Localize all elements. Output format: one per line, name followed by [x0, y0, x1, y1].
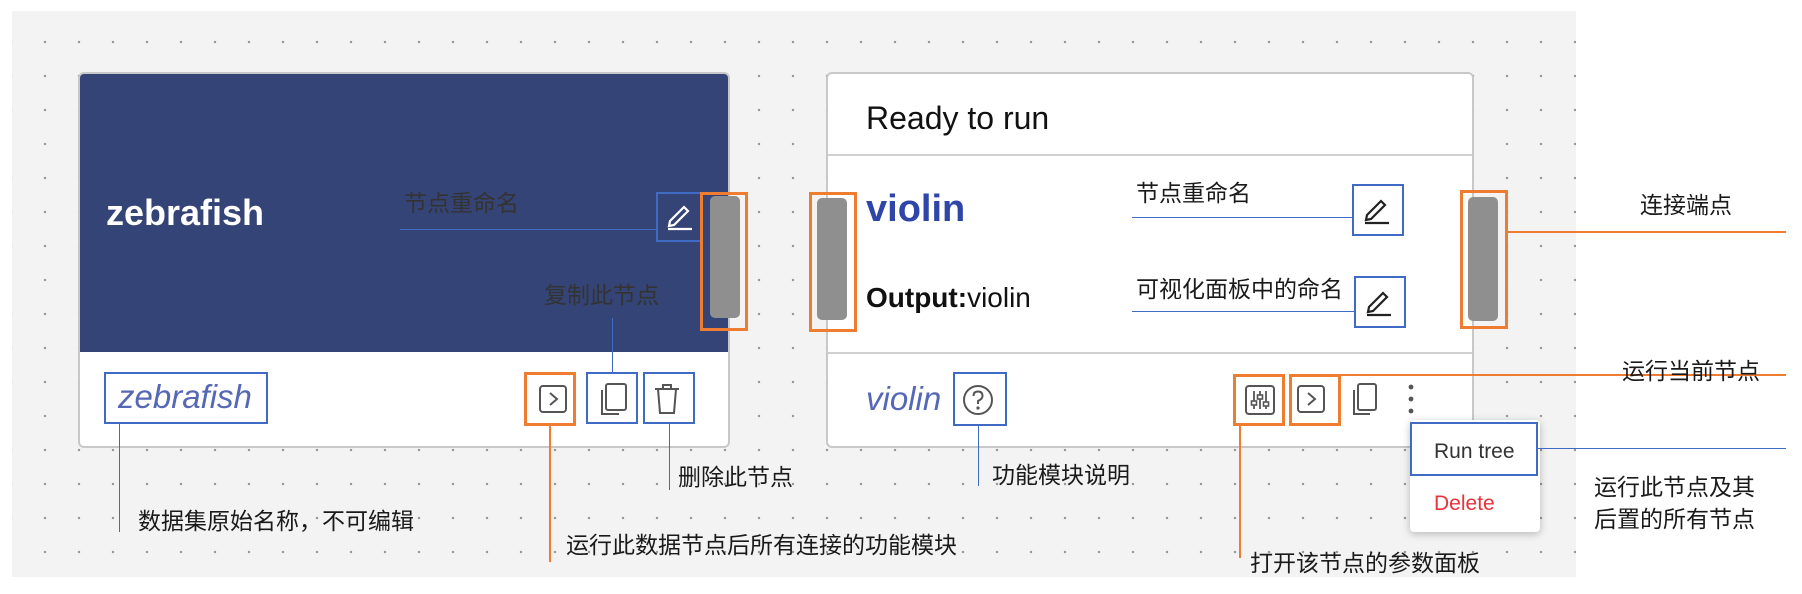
annot-dataset-name: 数据集原始名称，不可编辑 — [138, 509, 414, 535]
function-node-card[interactable]: Ready to run violin Output:violin violin — [826, 72, 1474, 448]
output-line: Output:violin — [866, 282, 1031, 314]
port-highlight-left — [700, 192, 748, 331]
leader-delete — [669, 424, 670, 490]
annot-run-tree-2: 后置的所有节点 — [1594, 507, 1755, 533]
annot-rename-right: 节点重命名 — [1136, 181, 1251, 207]
leader-params — [1239, 426, 1241, 558]
more-menu-button[interactable] — [1396, 378, 1426, 420]
run-tree-highlight — [1410, 422, 1538, 476]
output-value: violin — [967, 282, 1031, 313]
leader-copy — [612, 318, 613, 372]
body-separator — [828, 352, 1472, 354]
annot-rename-left: 节点重命名 — [404, 191, 519, 217]
annot-delete-node: 删除此节点 — [678, 465, 793, 491]
annot-run-tree-1: 运行此节点及其 — [1594, 475, 1755, 501]
output-port-highlight — [1460, 190, 1508, 329]
annot-viz-name: 可视化面板中的命名 — [1136, 277, 1343, 303]
rename-highlight-left — [656, 192, 702, 242]
annot-copy-node: 复制此节点 — [544, 283, 659, 309]
run-highlight-right — [1289, 374, 1341, 426]
viz-rename-highlight — [1354, 276, 1406, 328]
annot-module-help: 功能模块说明 — [992, 463, 1130, 489]
node-status-text: Ready to run — [866, 100, 1050, 136]
menu-delete[interactable]: Delete — [1434, 492, 1495, 516]
leader-run-data-node — [549, 426, 551, 562]
leader-rename-right — [1132, 217, 1352, 218]
output-label: Output: — [866, 282, 968, 313]
data-node-title: zebrafish — [106, 192, 265, 233]
status-separator — [828, 154, 1472, 156]
leader-connect-port — [1508, 231, 1786, 233]
help-highlight — [953, 372, 1007, 426]
module-name: violin — [866, 380, 942, 417]
leader-help — [978, 426, 979, 486]
annot-run-current: 运行当前节点 — [1622, 359, 1760, 385]
annot-open-params: 打开该节点的参数面板 — [1250, 551, 1480, 577]
copy-function-node-button[interactable] — [1344, 378, 1384, 420]
leader-run-tree — [1538, 448, 1786, 449]
params-highlight — [1233, 374, 1285, 426]
leader-viz-rename — [1132, 311, 1354, 312]
leader-dataset-name — [119, 424, 120, 532]
function-node-title: violin — [866, 188, 966, 230]
delete-highlight-left — [643, 372, 695, 424]
original-name-highlight — [104, 372, 268, 424]
rename-highlight-right — [1352, 184, 1404, 236]
copy-highlight-left — [586, 372, 638, 424]
run-highlight-left — [524, 372, 576, 426]
annot-connect-port: 连接端点 — [1640, 193, 1732, 219]
leader-rename-left — [400, 229, 656, 230]
annot-run-data-node: 运行此数据节点后所有连接的功能模块 — [566, 533, 957, 559]
input-port-highlight — [809, 192, 857, 332]
